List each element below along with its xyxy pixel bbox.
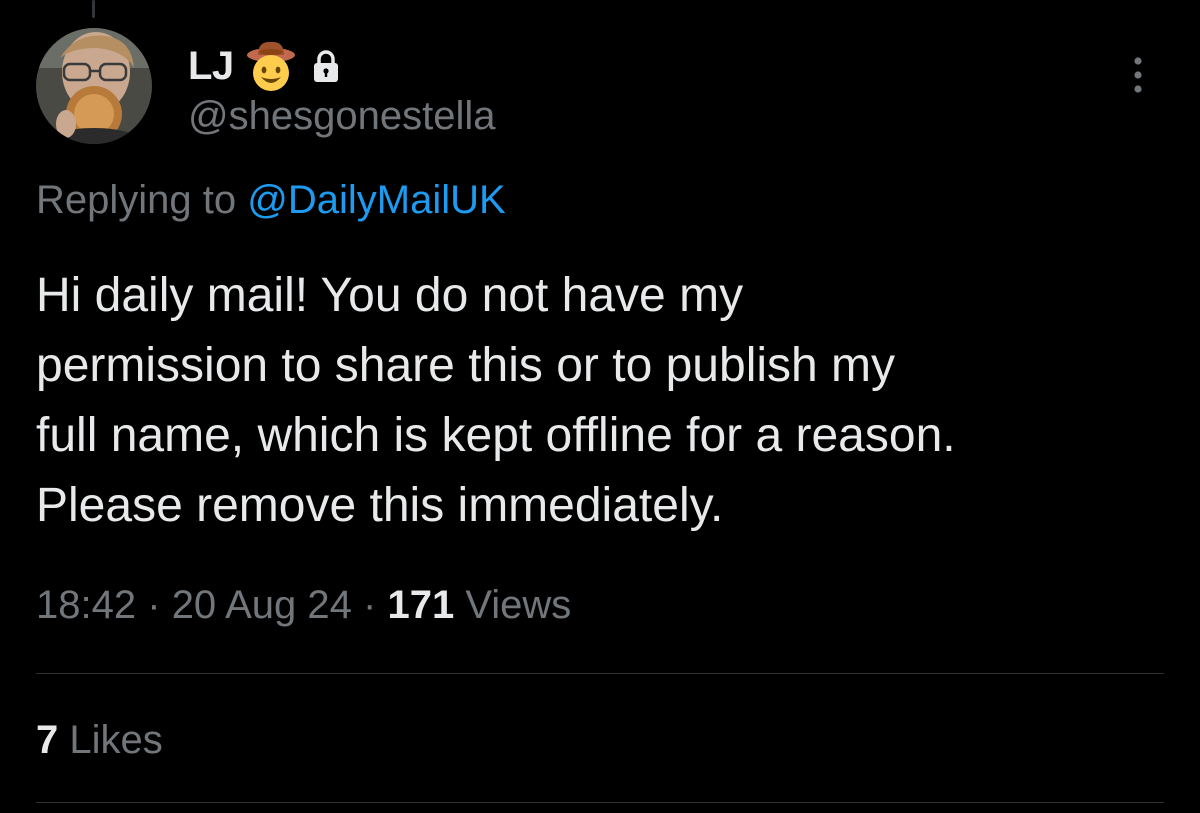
tweet-text-line: Hi daily mail! You do not have my [36, 269, 744, 322]
meta-separator: · [363, 583, 377, 627]
tweet-time[interactable]: 18:42 [36, 583, 136, 627]
meta-separator: · [147, 583, 161, 627]
tweet-date[interactable]: 20 Aug 24 [172, 583, 352, 627]
name-row: LJ [188, 36, 495, 96]
avatar[interactable] [36, 28, 152, 144]
replying-to-label: Replying to [36, 178, 237, 222]
divider [36, 802, 1164, 803]
replying-to: Replying to @DailyMailUK [36, 178, 506, 223]
tweet-text-line: permission to share this or to publish m… [36, 339, 896, 392]
cowboy-hat-face-icon [244, 39, 298, 93]
reply-mention-link[interactable]: @DailyMailUK [247, 178, 505, 222]
display-name[interactable]: LJ [188, 44, 234, 89]
likes-link[interactable]: 7 Likes [36, 718, 163, 763]
thread-connector-line [92, 0, 95, 18]
lock-icon [308, 48, 344, 84]
tweet-text-line: Please remove this immediately. [36, 479, 724, 532]
views-label: Views [465, 583, 572, 627]
views-count: 171 [387, 583, 455, 627]
tweet-text-line: full name, which is kept offline for a r… [36, 409, 956, 462]
divider [36, 673, 1164, 674]
tweet-text: Hi daily mail! You do not have my permis… [36, 261, 1176, 541]
avatar-photo [36, 28, 152, 144]
user-info: LJ @shesgonestella [188, 36, 495, 139]
more-options-button[interactable] [1118, 50, 1158, 100]
user-handle[interactable]: @shesgonestella [188, 94, 495, 139]
more-vertical-icon [1134, 57, 1142, 93]
tweet-metadata: 18:42 · 20 Aug 24 · 171 Views [36, 583, 571, 628]
likes-count: 7 [36, 718, 59, 762]
likes-label: Likes [69, 718, 163, 762]
